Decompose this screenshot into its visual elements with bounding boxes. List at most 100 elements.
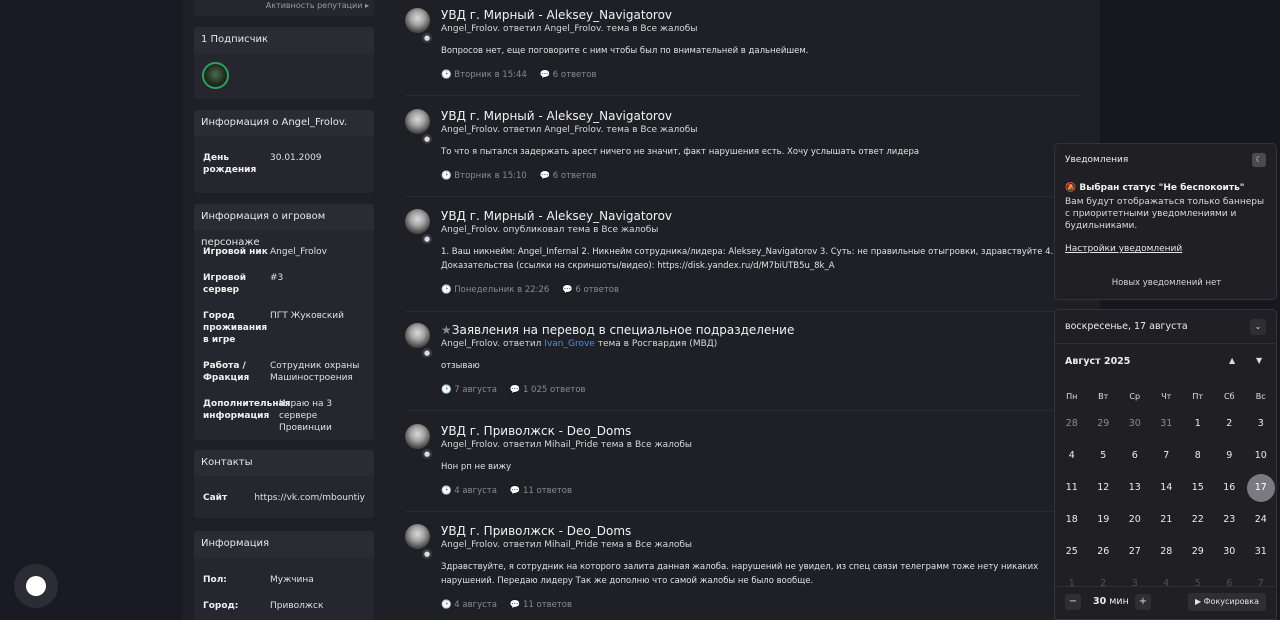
calendar-day[interactable]: 30 <box>1121 410 1149 438</box>
calendar-day[interactable]: 19 <box>1089 506 1117 534</box>
calendar-day[interactable]: 23 <box>1215 506 1243 534</box>
calendar-day[interactable]: 28 <box>1152 538 1180 566</box>
user-avatar[interactable] <box>405 209 430 234</box>
post-replies: 💬 6 ответов <box>539 171 597 181</box>
game-server-value: #3 <box>270 273 284 283</box>
game-info-block: Информация о игровом персонаже Игровой н… <box>194 204 374 440</box>
game-nick-value: Angel_Frolov <box>270 247 327 257</box>
calendar-day[interactable]: 10 <box>1247 442 1275 470</box>
calendar-day[interactable]: 31 <box>1152 410 1180 438</box>
calendar-day[interactable]: 18 <box>1058 506 1086 534</box>
post-date[interactable]: 🕑 Вторник в 15:44 <box>441 70 527 80</box>
site-key: Сайт <box>203 493 228 503</box>
follower-avatar[interactable] <box>202 62 229 89</box>
post-meta: 🕑 4 августа 💬 11 ответов <box>441 486 582 496</box>
game-city-key: Город проживания в игре <box>203 311 268 345</box>
calendar-day[interactable]: 21 <box>1152 506 1180 534</box>
calendar-day[interactable]: 4 <box>1058 442 1086 470</box>
calendar-day[interactable]: 1 <box>1184 410 1212 438</box>
calendar-day[interactable]: 8 <box>1184 442 1212 470</box>
reputation-block: Активность репутации ▸ <box>194 0 374 16</box>
weekday-label: Пт <box>1192 392 1204 401</box>
post-replies: 💬 1 025 ответов <box>509 385 586 395</box>
calendar-day[interactable]: 24 <box>1247 506 1275 534</box>
calendar-day[interactable]: 6 <box>1121 442 1149 470</box>
calendar-day[interactable]: 28 <box>1058 410 1086 438</box>
calendar-day[interactable]: 22 <box>1184 506 1212 534</box>
post-title-link[interactable]: УВД г. Мирный - Aleksey_Navigatorov <box>441 209 672 223</box>
post-subtitle-a: Angel_Frolov. ответил <box>441 339 545 349</box>
bell-off-icon: 🔕 <box>1065 183 1080 193</box>
weekday-label: Вт <box>1098 392 1109 401</box>
post-title-text: Заявления на перевод в специальное подра… <box>451 323 795 337</box>
calendar-day[interactable]: 9 <box>1215 442 1243 470</box>
calendar-day[interactable]: 13 <box>1121 474 1149 502</box>
post-meta: 🕑 7 августа 💬 1 025 ответов <box>441 385 596 395</box>
chat-button[interactable] <box>14 564 58 608</box>
calendar-day[interactable]: 7 <box>1152 442 1180 470</box>
calendar-day[interactable]: 27 <box>1121 538 1149 566</box>
calendar-day[interactable]: 31 <box>1247 538 1275 566</box>
post-subtitle: Angel_Frolov. ответил Angel_Frolov. тема… <box>441 125 698 135</box>
user-avatar[interactable] <box>405 424 430 449</box>
user-avatar[interactable] <box>405 109 430 134</box>
calendar-month[interactable]: Август 2025 <box>1065 356 1130 367</box>
game-job-row: Работа / Фракция Сотрудник охраны Машино… <box>194 360 374 384</box>
divider <box>405 311 1080 312</box>
post-date[interactable]: 🕑 Вторник в 15:10 <box>441 171 527 181</box>
dnd-toggle-icon[interactable]: ☾ <box>1252 153 1266 167</box>
post-title-link[interactable]: ★Заявления на перевод в специальное подр… <box>441 323 794 337</box>
post-snippet: Вопросов нет, еще поговорите с ним чтобы… <box>441 46 809 56</box>
site-link[interactable]: https://vk.com/mbountiy <box>254 492 365 504</box>
calendar-day[interactable]: 16 <box>1215 474 1243 502</box>
post-date[interactable]: 🕑 4 августа <box>441 600 497 610</box>
reply-badge-icon: ● <box>420 547 434 561</box>
game-city-value: ПГТ Жуковский <box>270 311 344 321</box>
notification-settings-link[interactable]: Настройки уведомлений <box>1065 244 1182 254</box>
user-avatar[interactable] <box>405 323 430 348</box>
calendar-day[interactable]: 5 <box>1089 442 1117 470</box>
post-meta: 🕑 Вторник в 15:44 💬 6 ответов <box>441 70 606 80</box>
notification-center: Уведомления ☾ 🔕 Выбран статус "Не беспок… <box>1054 143 1277 300</box>
user-link[interactable]: Ivan_Grove <box>544 339 595 349</box>
post-date[interactable]: 🕑 7 августа <box>441 385 497 395</box>
notification-title: Уведомления <box>1065 155 1129 165</box>
chevron-down-icon[interactable]: ⌄ <box>1250 319 1266 335</box>
calendar-day[interactable]: 20 <box>1121 506 1149 534</box>
calendar-day[interactable]: 2 <box>1215 410 1243 438</box>
decrease-focus-button[interactable]: − <box>1065 594 1081 610</box>
post-title-link[interactable]: УВД г. Мирный - Aleksey_Navigatorov <box>441 109 672 123</box>
user-avatar[interactable] <box>405 8 430 33</box>
calendar-day[interactable]: 12 <box>1089 474 1117 502</box>
reply-badge-icon: ● <box>420 346 434 360</box>
user-avatar[interactable] <box>405 524 430 549</box>
reputation-activity-link[interactable]: Активность репутации ▸ <box>266 1 369 10</box>
calendar-day[interactable]: 11 <box>1058 474 1086 502</box>
user-info-block: Информация о Angel_Frolov. День рождения… <box>194 110 374 193</box>
calendar-day[interactable]: 26 <box>1089 538 1117 566</box>
post-date[interactable]: 🕑 4 августа <box>441 486 497 496</box>
next-month-icon[interactable]: ▼ <box>1256 356 1262 365</box>
calendar-day[interactable]: 29 <box>1089 410 1117 438</box>
post-date[interactable]: 🕑 Понедельник в 22:26 <box>441 285 549 295</box>
calendar-day[interactable]: 15 <box>1184 474 1212 502</box>
contacts-block: Контакты Сайт https://vk.com/mbountiy <box>194 450 374 518</box>
increase-focus-button[interactable]: + <box>1135 594 1151 610</box>
user-info-title: Информация о Angel_Frolov. <box>194 110 374 136</box>
calendar-day[interactable]: 17 <box>1246 474 1275 502</box>
site-row: Сайт https://vk.com/mbountiy <box>194 476 374 504</box>
calendar-day[interactable]: 14 <box>1152 474 1180 502</box>
calendar-day[interactable]: 30 <box>1215 538 1243 566</box>
focus-button[interactable]: ▶ Фокусировка <box>1187 593 1266 611</box>
previous-month-icon[interactable]: ▲ <box>1229 356 1235 365</box>
weekday-label: Вс <box>1255 392 1266 401</box>
post-replies: 💬 11 ответов <box>509 600 573 610</box>
post-title-link[interactable]: УВД г. Приволжск - Deo_Doms <box>441 424 631 438</box>
post-subtitle: Angel_Frolov. опубликовал тема в Все жал… <box>441 225 659 235</box>
post-title-link[interactable]: УВД г. Мирный - Aleksey_Navigatorov <box>441 8 672 22</box>
calendar-day[interactable]: 3 <box>1247 410 1275 438</box>
calendar-day[interactable]: 25 <box>1058 538 1086 566</box>
post-title-link[interactable]: УВД г. Приволжск - Deo_Doms <box>441 524 631 538</box>
calendar-day[interactable]: 29 <box>1184 538 1212 566</box>
calendar-flyout: воскресенье, 17 августа ⌄ Август 2025 ▲ … <box>1054 309 1277 620</box>
